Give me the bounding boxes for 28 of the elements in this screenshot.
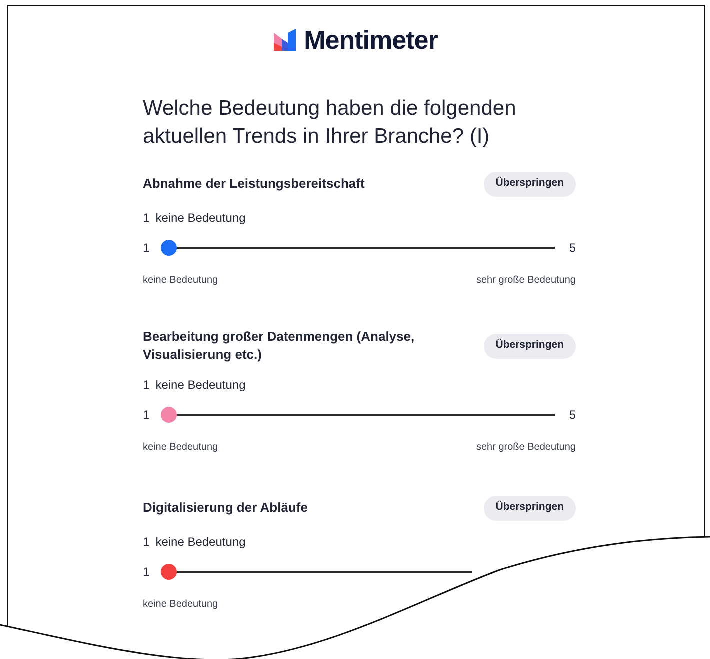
value-number: 1 <box>143 377 150 394</box>
slider-thumb[interactable] <box>161 564 177 580</box>
slider-thumb[interactable] <box>161 240 177 256</box>
min-value: 1 <box>143 564 151 581</box>
scale-min-label: keine Bedeutung <box>143 598 218 612</box>
statement-title: Abnahme der Leistungsbereitschaft <box>143 175 366 193</box>
max-value: 5 <box>569 240 576 257</box>
min-value: 1 <box>143 240 151 257</box>
min-value: 1 <box>143 407 151 424</box>
scale-max-label: sehr große Bedeutung <box>476 441 576 455</box>
value-label: keine Bedeutung <box>156 377 246 394</box>
slider-thumb[interactable] <box>161 407 177 423</box>
value-number: 1 <box>143 534 150 551</box>
skip-button[interactable]: Überspringen <box>484 334 576 358</box>
max-value: 5 <box>569 407 576 424</box>
question-title: Welche Bedeutung haben die folgenden aktuellen Trends in Ihrer Branche? (I) <box>143 96 518 150</box>
scale-max-label: sehr große Bedeutung <box>476 274 576 288</box>
statement-title: Digitalisierung der Abläufe <box>143 499 309 517</box>
value-label: keine Bedeutung <box>156 534 246 551</box>
value-label: keine Bedeutung <box>156 210 246 227</box>
logo-icon <box>274 29 298 51</box>
skip-button[interactable]: Überspringen <box>484 172 576 196</box>
scale-min-label: keine Bedeutung <box>143 441 218 455</box>
logo-text: Mentimeter <box>304 27 438 53</box>
statement-title: Bearbeitung großer Datenmengen (Analyse, Visualisierung etc.) <box>143 328 416 364</box>
scale-min-label: keine Bedeutung <box>143 274 218 288</box>
skip-button[interactable]: Überspringen <box>484 496 576 520</box>
value-number: 1 <box>143 210 150 227</box>
